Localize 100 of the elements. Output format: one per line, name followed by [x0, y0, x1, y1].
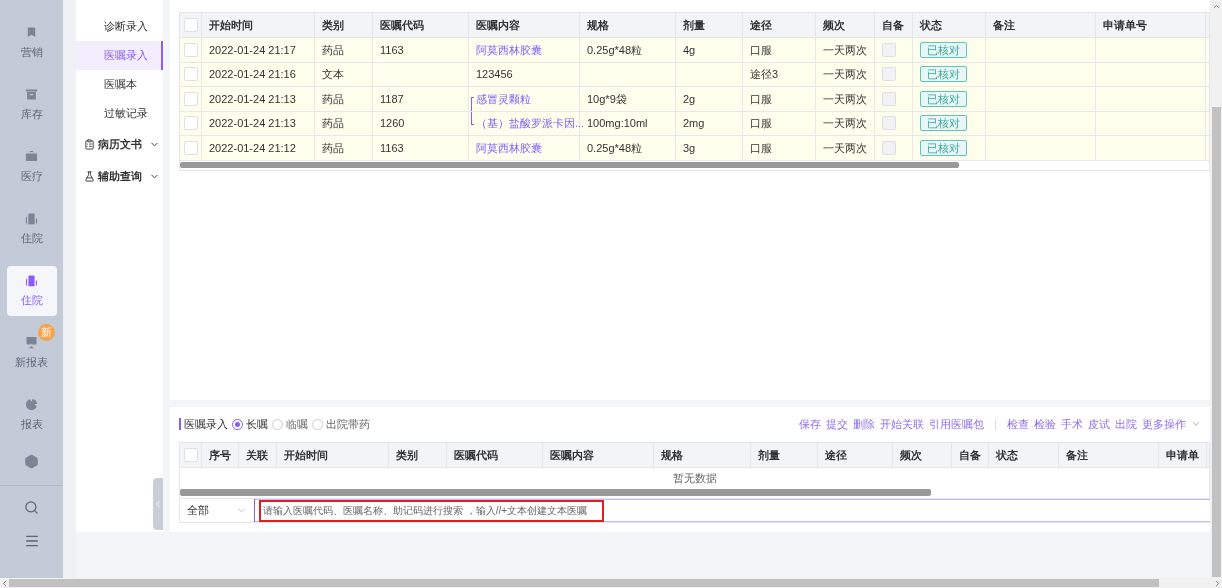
self-supplied-checkbox[interactable] [882, 42, 896, 57]
column-header: 开始时间 [277, 443, 389, 467]
action-link[interactable]: 皮试 [1088, 415, 1110, 433]
column-header: 关联 [239, 443, 277, 467]
select-all-checkbox[interactable] [183, 448, 198, 462]
table-cell-text: 一天两次 [823, 91, 867, 107]
table-cell-text: 一天两次 [823, 42, 867, 58]
column-header: 医嘱内容 [543, 443, 654, 467]
column-header: 备注 [1059, 443, 1159, 467]
pie-chart-icon [24, 397, 39, 413]
vertical-scrollbar[interactable] [1210, 0, 1222, 578]
status-tag: 已核对 [920, 41, 967, 58]
row-checkbox[interactable] [183, 140, 198, 155]
self-supplied-checkbox[interactable] [882, 116, 896, 131]
column-header: 申请单 [1159, 443, 1207, 467]
order-type-radio[interactable]: 临嘱 [272, 415, 308, 433]
column-header: 规格 [654, 443, 751, 467]
action-link[interactable]: 检查 [1007, 415, 1029, 433]
table-cell-text: 1163 [380, 42, 404, 58]
table-cell-text: 2022-01-24 21:12 [209, 140, 296, 156]
submenu-item[interactable]: 诊断录入 [76, 12, 163, 41]
settings-icon[interactable] [24, 454, 39, 469]
column-header: 医嘱代码 [447, 443, 543, 467]
row-checkbox[interactable] [183, 42, 198, 57]
nav-item[interactable]: 住院 [6, 266, 57, 316]
row-checkbox[interactable] [183, 67, 198, 82]
order-type-radio[interactable]: 长嘱 [232, 415, 268, 433]
scroll-left-icon[interactable] [0, 578, 9, 588]
submenu-group[interactable]: 辅助查询 [76, 160, 163, 192]
self-supplied-checkbox[interactable] [882, 67, 896, 82]
submenu-item[interactable]: 医嘱录入 [76, 41, 163, 70]
table-cell-text: 一天两次 [823, 140, 867, 156]
table-cell-text: 2mg [683, 116, 705, 131]
action-link[interactable]: 更多操作 [1142, 415, 1186, 433]
self-supplied-checkbox[interactable] [882, 140, 896, 155]
column-header: 类别 [389, 443, 447, 467]
action-link[interactable]: 引用医嘱包 [929, 415, 984, 433]
table-cell-text: 10g*9袋 [587, 91, 627, 107]
table-cell-text: 2022-01-24 21:16 [209, 67, 296, 82]
table-cell-text: 口服 [750, 140, 772, 156]
nav-item[interactable]: 报表 [6, 390, 57, 440]
row-checkbox[interactable] [183, 116, 198, 131]
presentation-board-icon [24, 335, 39, 351]
column-header: 剂量 [751, 443, 818, 467]
table-cell-text: 口服 [750, 116, 772, 131]
archive-icon [24, 87, 39, 103]
order-type-radio[interactable]: 出院带药 [312, 415, 370, 433]
column-header: 途径 [818, 443, 893, 467]
status-tag: 已核对 [920, 115, 967, 132]
table-cell-text: 口服 [750, 91, 772, 107]
table-cell-text: 4g [683, 42, 696, 58]
self-supplied-checkbox[interactable] [882, 91, 896, 106]
table-cell-text: 2022-01-24 21:17 [209, 42, 296, 58]
action-link[interactable]: 开始关联 [880, 415, 924, 433]
table-cell[interactable]: 感冒灵颗粒 [476, 90, 531, 107]
row-checkbox[interactable] [183, 91, 198, 106]
search-icon[interactable] [24, 500, 39, 515]
nav-item[interactable]: 住院 [6, 204, 57, 254]
nav-item[interactable]: 库存 [6, 80, 57, 130]
table-cell-text: 药品 [322, 116, 344, 131]
table-cell-text: 123456 [476, 67, 513, 82]
column-header: 自备 [952, 443, 989, 467]
action-link[interactable]: 手术 [1061, 415, 1083, 433]
filter-select[interactable]: 全部 [180, 499, 255, 522]
status-tag: 已核对 [920, 66, 967, 83]
table-cell-text: 100mg:10ml [587, 116, 648, 131]
action-link[interactable]: 提交 [826, 415, 848, 433]
action-link[interactable]: 检验 [1034, 415, 1056, 433]
nav-item[interactable]: 医疗 [6, 142, 57, 192]
new-badge: 新 [37, 324, 55, 341]
submenu-item[interactable]: 过敏记录 [76, 99, 163, 128]
table-cell-text: 药品 [322, 91, 344, 107]
submenu-item[interactable]: 医嘱本 [76, 70, 163, 99]
table-cell[interactable]: 阿莫西林胶囊 [476, 139, 542, 156]
menu-icon[interactable] [23, 533, 40, 549]
table-cell-text: 0.25g*48粒 [587, 42, 643, 58]
scrollbar-thumb[interactable] [180, 161, 959, 168]
scroll-up-icon[interactable] [1211, 2, 1221, 11]
table-cell-text: 一天两次 [823, 116, 867, 131]
status-tag: 已核对 [920, 139, 967, 156]
action-link[interactable]: 保存 [799, 415, 821, 433]
table-cell-text: 3g [683, 140, 696, 156]
table-cell[interactable]: 阿莫西林胶囊 [476, 41, 542, 58]
table-cell-text: 途径3 [750, 67, 779, 82]
nav-item[interactable]: 营销 [6, 18, 57, 68]
table-cell-text: 2022-01-24 21:13 [209, 116, 296, 131]
search-field[interactable]: 请输入医嘱代码、医嘱名称、助记码进行搜索 ，输入//+文本创建文本医嘱 [259, 499, 604, 522]
status-tag: 已核对 [920, 90, 967, 107]
scrollbar-thumb[interactable] [180, 489, 931, 496]
select-all-checkbox[interactable] [183, 18, 198, 32]
action-link[interactable]: 删除 [853, 415, 875, 433]
collapse-handle[interactable] [153, 478, 163, 530]
scroll-right-icon[interactable] [1213, 578, 1222, 588]
table-cell-text: 1163 [380, 140, 404, 156]
horizontal-scrollbar[interactable] [0, 578, 1222, 588]
table-cell[interactable]: （基）盐酸罗派卡因... [476, 115, 585, 132]
clipboard-icon [84, 138, 95, 150]
action-link[interactable]: 出院 [1115, 415, 1137, 433]
section-title: 医嘱录入 [184, 416, 228, 432]
submenu-group[interactable]: 病历文书 [76, 128, 163, 160]
